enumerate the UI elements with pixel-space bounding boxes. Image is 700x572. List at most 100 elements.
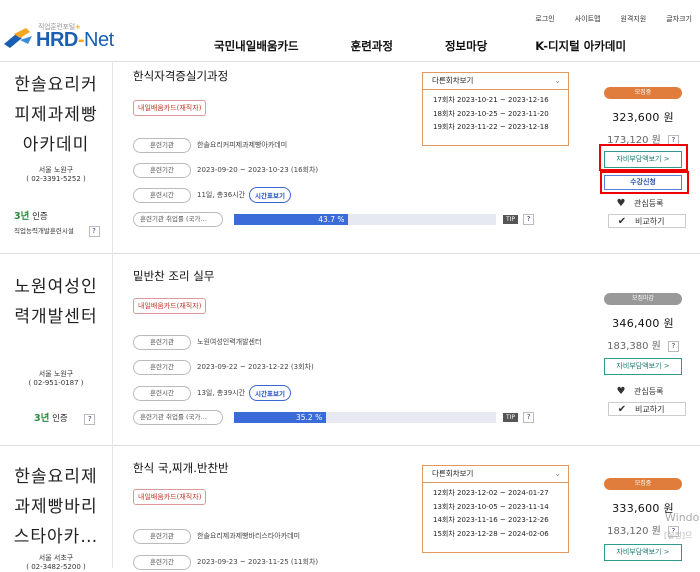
institution-value: 노원여성인력개발센터 (197, 338, 262, 346)
course-title[interactable]: 한식 국,찌개.반찬반 (133, 460, 229, 476)
org-address: 서울 노원구 (38, 166, 74, 174)
session-item[interactable]: 19회차 2023-11-22 ~ 2023-12-18 (433, 121, 568, 135)
timetable-button[interactable]: 시간표보기 (249, 187, 291, 203)
certification-sub: 직업능력개발훈련시설 ? (14, 225, 100, 237)
org-name[interactable]: 한솔요리제 과제빵바리 스타아카… (0, 462, 112, 552)
info-row-period: 훈련기간 2023-09-20 ~ 2023-10-23 (16회차) (133, 162, 318, 178)
sitemap-link[interactable]: 사이트맵 (575, 14, 601, 24)
logo-mark-icon (4, 28, 32, 48)
other-sessions-list: 17회차 2023-10-21 ~ 2023-12-16 18회차 2023-1… (423, 90, 568, 135)
help-icon[interactable]: ? (667, 340, 679, 352)
support-btn-wrap: 자비부담액보기 > (594, 358, 692, 375)
info-row-institution: 훈련기관 한솔요리커피제과제빵아카데미 (133, 137, 287, 153)
org-address: 서울 서초구 (38, 554, 74, 562)
nav-item-info[interactable]: 정보마당 (445, 38, 487, 54)
heart-icon: ♥ (616, 197, 626, 209)
help-icon[interactable]: ? (84, 414, 96, 425)
label-pill: 훈련기관 취업률 (국가… (133, 409, 223, 425)
label-pill: 훈련기간 (133, 162, 191, 178)
status-badge: 모집중 (604, 478, 682, 490)
status-badge: 모집마감 (604, 293, 682, 305)
info-row-time: 훈련시간 11일, 총36시간 시간표보기 (133, 187, 291, 203)
info-row-employment: 훈련기관 취업률 (국가… 35.2 % TIP ? (133, 409, 535, 425)
font-size-control[interactable]: 글자크기 (666, 14, 692, 24)
help-icon[interactable]: ? (88, 226, 100, 237)
logo-brand: HRD-Net (36, 29, 114, 51)
other-sessions-dropdown[interactable]: 다른회차보기 ⌄ (423, 73, 568, 90)
self-pay-button[interactable]: 자비부담액보기 > (604, 358, 682, 375)
card-type-badge: 내일배움카드(재직자) (133, 489, 207, 505)
employment-rate-fill: 35.2 % (234, 411, 327, 423)
timetable-button[interactable]: 시간표보기 (249, 385, 291, 401)
support-btn-wrap: 자비부담액보기 > (594, 544, 692, 561)
info-row-employment: 훈련기관 취업률 (국가… 43.7 % TIP ? (133, 211, 535, 227)
check-icon: ✔ (617, 403, 627, 415)
tip-badge[interactable]: TIP (503, 412, 519, 422)
card-type-badge: 내일배움카드(재직자) (133, 298, 207, 314)
price-panel: 모집중 333,600 원 183,120 원? (594, 470, 692, 537)
divider (112, 62, 113, 254)
period-value: 2023-09-20 ~ 2023-10-23 (16회차) (197, 166, 319, 174)
label-pill: 훈련시간 (133, 385, 191, 401)
label-pill: 훈련기간 (133, 554, 191, 570)
other-sessions-dropdown[interactable]: 다른회차보기 ⌄ (423, 466, 568, 483)
institution-value: 한솔요리제과제빵바리스타아카데미 (197, 532, 301, 540)
help-icon[interactable]: ? (523, 411, 535, 423)
nav-item-k-digital[interactable]: K-디지털 아카데미 (535, 38, 626, 54)
main-nav: 국민내일배움카드 훈련과정 정보마당 K-디지털 아카데미 (214, 38, 626, 54)
session-item[interactable]: 13회차 2023-10-05 ~ 2023-11-14 (433, 501, 568, 515)
other-sessions-box: 다른회차보기 ⌄ 17회차 2023-10-21 ~ 2023-12-16 18회… (422, 72, 569, 146)
course-card: 노원여성인 력개발센터 서울 노원구 ( 02-951-0187 ) 3년 인증… (0, 254, 700, 446)
nav-item-learning-card[interactable]: 국민내일배움카드 (214, 38, 299, 54)
favorite-button[interactable]: ♥ 관심등록 (608, 196, 686, 210)
tip-badge[interactable]: TIP (503, 214, 519, 224)
period-value: 2023-09-22 ~ 2023-12-22 (3회차) (197, 363, 314, 371)
session-item[interactable]: 14회차 2023-11-16 ~ 2023-12-26 (433, 514, 568, 528)
employment-rate-bar: 43.7 % (234, 213, 496, 225)
course-title[interactable]: 한식자격증실기과정 (133, 68, 228, 84)
institution-value: 한솔요리커피제과제빵아카데미 (197, 141, 288, 149)
windows-activation-watermark: Windo (665, 511, 700, 524)
favorite-button[interactable]: ♥ 관심등록 (608, 384, 686, 398)
course-card: 한솔요리커 피제과제빵 아카데미 서울 노원구 ( 02-3391-5252 )… (0, 62, 700, 254)
chevron-down-icon: ⌄ (554, 76, 561, 85)
info-row-period: 훈련기간 2023-09-22 ~ 2023-12-22 (3회차) (133, 359, 314, 375)
label-pill: 훈련기관 (133, 137, 191, 153)
session-item[interactable]: 12회차 2023-12-02 ~ 2024-01-27 (433, 487, 568, 501)
check-icon: ✔ (617, 215, 627, 227)
time-value: 11일, 총36시간 (197, 191, 246, 199)
price-panel: 모집마감 346,400 원 183,380 원? (594, 285, 692, 352)
highlight-box (599, 144, 688, 171)
label-pill: 훈련시간 (133, 187, 191, 203)
self-pay-button[interactable]: 자비부담액보기 > (604, 544, 682, 561)
info-row-institution: 훈련기관 한솔요리제과제빵바리스타아카데미 (133, 528, 300, 544)
course-title[interactable]: 밑반찬 조리 실무 (133, 268, 214, 284)
hrd-net-logo[interactable]: 직업훈련포털+ HRD-Net (2, 22, 120, 54)
other-sessions-list: 12회차 2023-12-02 ~ 2024-01-27 13회차 2023-1… (423, 483, 568, 541)
org-info: 한솔요리제 과제빵바리 스타아카… 서울 서초구 ( 02-3482-5200 … (0, 462, 112, 572)
course-card: 한솔요리제 과제빵바리 스타아카… 서울 서초구 ( 02-3482-5200 … (0, 446, 700, 571)
nav-item-courses[interactable]: 훈련과정 (351, 38, 393, 54)
remote-support-link[interactable]: 원격지원 (620, 14, 646, 24)
price-self: 183,380 원? (594, 337, 692, 352)
header: 직업훈련포털+ HRD-Net 로그인 사이트맵 원격지원 글자크기 국민내일배… (0, 0, 700, 62)
help-icon[interactable]: ? (523, 213, 535, 225)
org-name[interactable]: 노원여성인 력개발센터 (0, 272, 112, 332)
org-phone: ( 02-951-0187 ) (28, 379, 84, 387)
employment-rate-fill: 43.7 % (234, 213, 349, 225)
windows-activation-watermark-sub: [설정]으 (664, 531, 693, 540)
login-link[interactable]: 로그인 (535, 14, 554, 24)
heart-icon: ♥ (616, 385, 626, 397)
org-name[interactable]: 한솔요리커 피제과제빵 아카데미 (0, 70, 112, 160)
divider (112, 446, 113, 568)
session-item[interactable]: 17회차 2023-10-21 ~ 2023-12-16 (433, 94, 568, 108)
highlight-box (600, 171, 689, 194)
price-total: 346,400 원 (612, 317, 674, 330)
compare-button[interactable]: ✔ 비교하기 (608, 402, 686, 416)
status-badge: 모집중 (604, 87, 682, 99)
session-item[interactable]: 15회차 2023-12-28 ~ 2024-02-06 (433, 528, 568, 542)
compare-button[interactable]: ✔ 비교하기 (608, 214, 686, 228)
org-address: 서울 노원구 (38, 370, 74, 378)
session-item[interactable]: 18회차 2023-10-25 ~ 2023-11-20 (433, 108, 568, 122)
label-pill: 훈련기관 (133, 334, 191, 350)
